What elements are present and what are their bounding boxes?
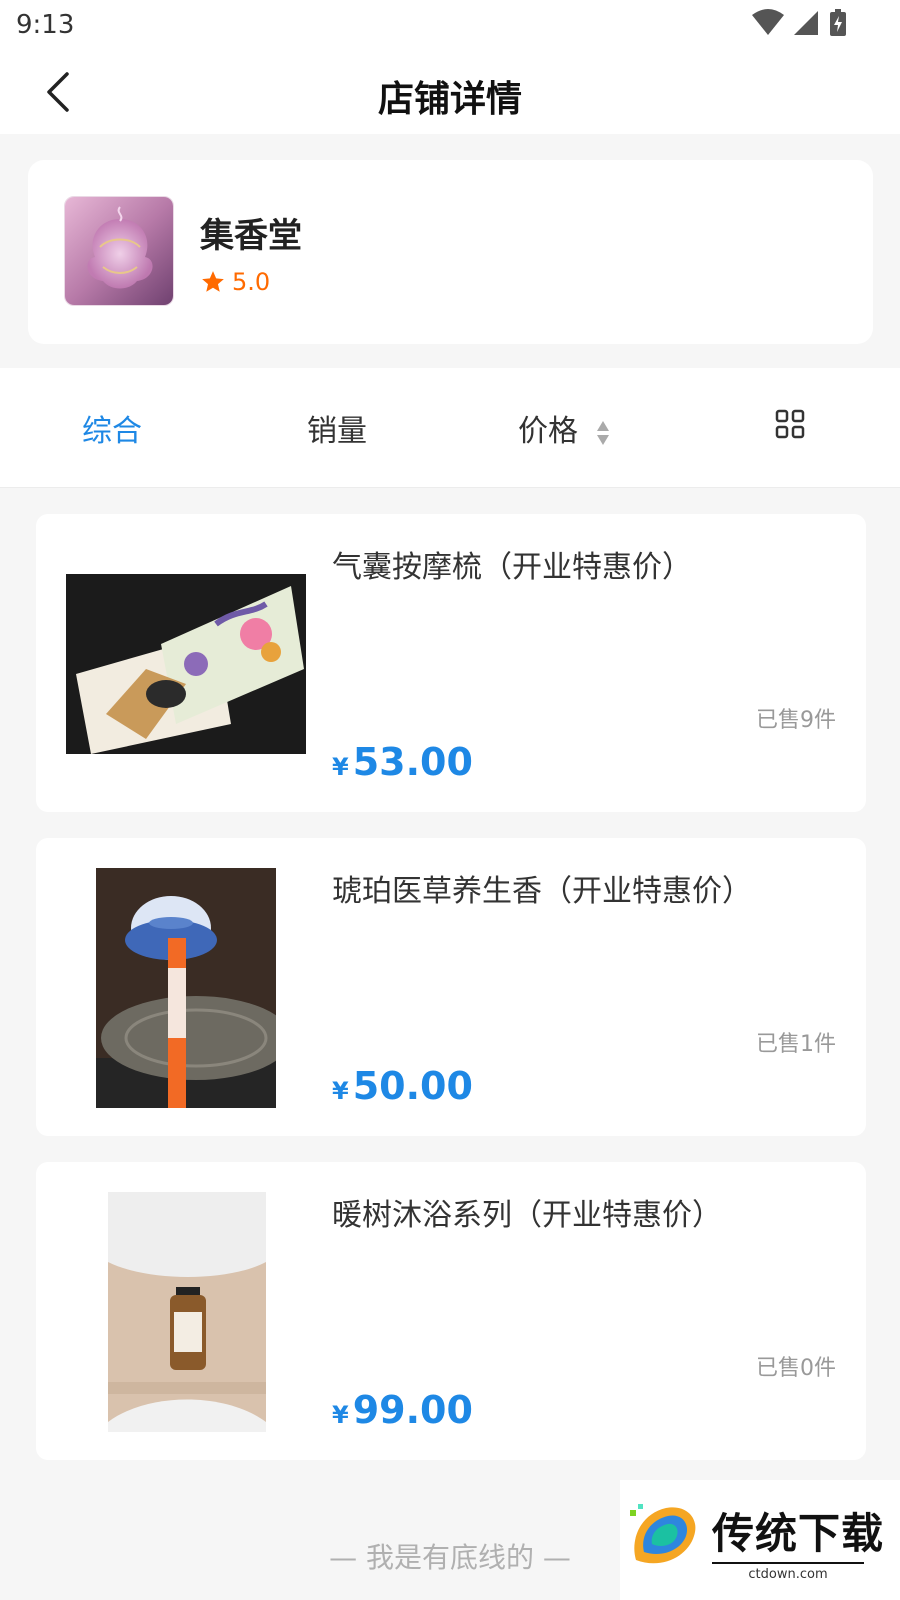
shop-name: 集香堂 xyxy=(200,216,302,256)
status-icons xyxy=(752,8,848,38)
product-sold-count: 已售9件 xyxy=(756,708,836,733)
product-sold-count: 已售1件 xyxy=(756,1032,836,1057)
currency-symbol: ¥ xyxy=(332,1077,349,1105)
watermark-text: 传统下载 xyxy=(712,1509,885,1558)
product-title: 气囊按摩梳（开业特惠价） xyxy=(332,550,692,585)
product-card[interactable]: 气囊按摩梳（开业特惠价） 已售9件 ¥53.00 xyxy=(36,514,866,812)
product-image-incense xyxy=(96,868,276,1108)
product-title: 暖树沐浴系列（开业特惠价） xyxy=(332,1198,722,1233)
shop-logo xyxy=(64,196,174,306)
product-image-comb-box xyxy=(66,574,306,754)
price-value: 99.00 xyxy=(352,1388,473,1432)
tab-sales[interactable]: 销量 xyxy=(307,406,367,450)
star-icon xyxy=(202,271,224,292)
site-watermark: 传统下载 ctdown.com xyxy=(620,1480,900,1600)
product-price: ¥99.00 xyxy=(332,1388,473,1432)
cellular-signal-icon xyxy=(794,11,818,35)
product-card[interactable]: 琥珀医草养生香（开业特惠价） 已售1件 ¥50.00 xyxy=(36,838,866,1136)
product-title: 琥珀医草养生香（开业特惠价） xyxy=(332,874,752,909)
product-price: ¥53.00 xyxy=(332,740,473,784)
currency-symbol: ¥ xyxy=(332,1401,349,1429)
price-value: 50.00 xyxy=(352,1064,473,1108)
product-sold-count: 已售0件 xyxy=(756,1356,836,1381)
rating-value: 5.0 xyxy=(232,268,271,296)
tab-price[interactable]: 价格 xyxy=(518,406,610,450)
product-card[interactable]: 暖树沐浴系列（开业特惠价） 已售0件 ¥99.00 xyxy=(36,1162,866,1460)
status-bar: 9:13 xyxy=(0,0,900,50)
watermark-url: ctdown.com xyxy=(712,1562,864,1582)
shop-rating: 5.0 xyxy=(200,268,270,296)
sort-bar: 综合 销量 价格 xyxy=(0,368,900,488)
product-price: ¥50.00 xyxy=(332,1064,473,1108)
grid-view-toggle[interactable] xyxy=(774,408,806,440)
nav-bar: 店铺详情 xyxy=(0,50,900,134)
tab-price-label: 价格 xyxy=(518,414,578,449)
product-image-body-wash xyxy=(108,1192,266,1432)
grid-icon xyxy=(775,409,805,439)
shop-card[interactable]: 集香堂 5.0 xyxy=(28,160,873,344)
watermark-logo-icon xyxy=(630,1504,696,1564)
price-value: 53.00 xyxy=(352,740,473,784)
wifi-icon xyxy=(752,9,784,35)
battery-charging-icon xyxy=(830,9,846,36)
sort-arrows-icon xyxy=(596,420,609,445)
page-title: 店铺详情 xyxy=(377,79,522,120)
status-time: 9:13 xyxy=(16,10,75,40)
tab-comprehensive[interactable]: 综合 xyxy=(82,406,142,450)
currency-symbol: ¥ xyxy=(332,753,349,781)
